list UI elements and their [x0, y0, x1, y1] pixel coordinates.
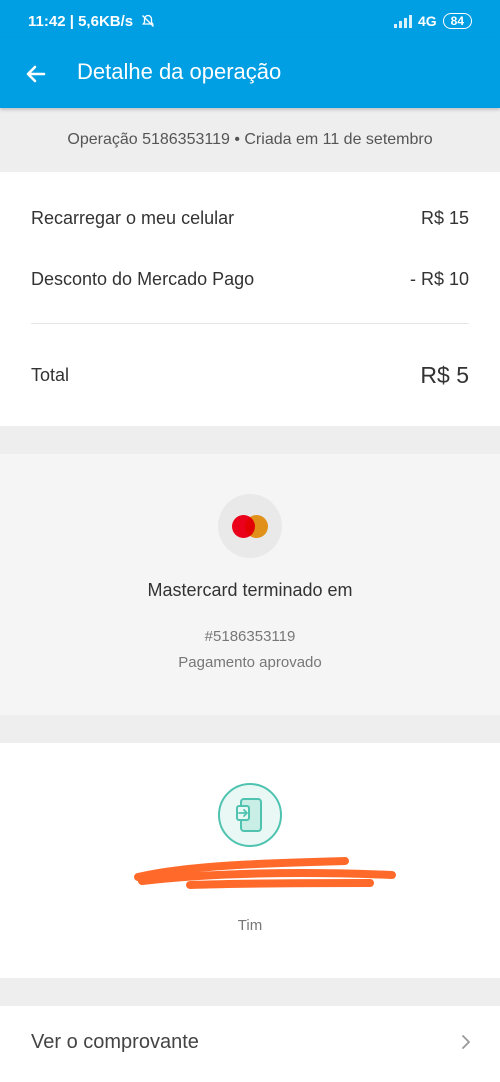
status-speed: 5,6KB/s [78, 13, 134, 30]
total-label: Total [31, 365, 70, 385]
carrier-name: Tim [237, 917, 263, 934]
summary-item-amount: - R$ 10 [409, 269, 469, 289]
back-button[interactable] [20, 58, 52, 90]
divider [31, 323, 469, 324]
total-row: Total R$ 5 [31, 362, 469, 389]
operation-header: Operação 5186353119 • Criada em 11 de se… [67, 131, 433, 148]
summary-row: Recarregar o meu celular R$ 15 [31, 208, 469, 229]
status-left: 11:42 | 5,6KB/s [28, 13, 155, 30]
signal-icon [393, 14, 412, 28]
redaction-scribble [134, 857, 396, 889]
view-receipt-row[interactable]: Ver o comprovante [0, 1006, 500, 1082]
card-label: Mastercard terminado em [0, 580, 500, 601]
summary-item-amount: R$ 15 [420, 208, 469, 228]
payment-op-number: #5186353119 [204, 628, 296, 645]
status-time: 11:42 [28, 13, 66, 30]
network-type: 4G [417, 13, 437, 29]
summary-row: Desconto do Mercado Pago - R$ 10 [31, 269, 469, 290]
total-amount: R$ 5 [420, 362, 469, 388]
status-right: 4G 84 [393, 13, 472, 29]
payment-status: Pagamento aprovado [178, 654, 322, 671]
chevron-right-icon [462, 1035, 470, 1049]
page-title: Detalhe da operação [77, 59, 282, 84]
bell-muted-icon [141, 13, 155, 30]
recharge-card: Tim [0, 743, 500, 978]
arrow-left-icon [26, 65, 46, 83]
payment-section: Mastercard terminado em #5186353119 Paga… [0, 454, 500, 1058]
phone-recharge-icon [218, 783, 282, 847]
app-bar: Detalhe da operação [0, 38, 500, 108]
status-separator: | [69, 13, 79, 30]
battery-indicator: 84 [442, 13, 472, 29]
summary-item-label: Recarregar o meu celular [31, 208, 235, 228]
status-bar: 11:42 | 5,6KB/s 4G 84 [0, 0, 500, 38]
summary-card: Recarregar o meu celular R$ 15 Desconto … [0, 172, 500, 426]
summary-item-label: Desconto do Mercado Pago [31, 269, 255, 289]
mastercard-icon [218, 494, 282, 558]
card-label-text: Mastercard terminado em [147, 580, 353, 600]
view-receipt-label: Ver o comprovante [31, 1031, 199, 1053]
